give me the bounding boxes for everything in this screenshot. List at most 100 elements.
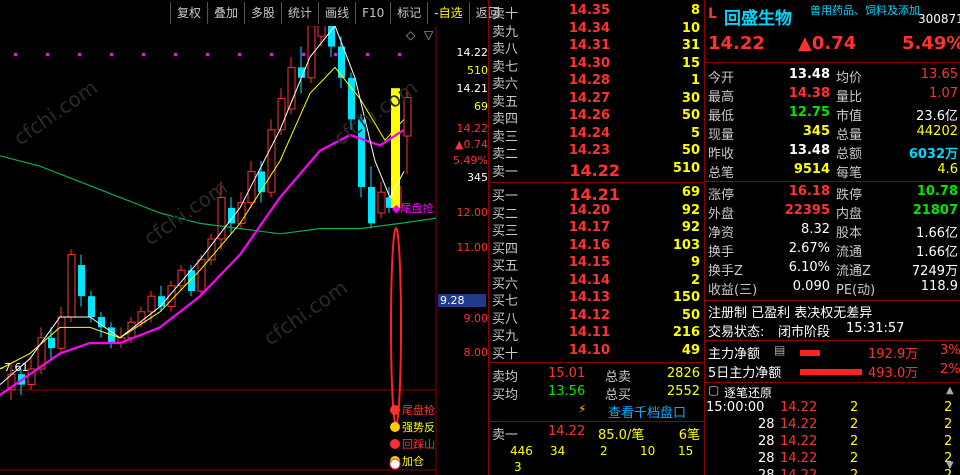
watermark: cfchi.com xyxy=(9,75,102,150)
low-label: -7.61 xyxy=(0,361,28,374)
ask-price: 14.22 xyxy=(569,160,620,180)
ask-row[interactable]: 卖八 14.31 31 xyxy=(490,38,702,57)
ask-row[interactable]: 卖七 14.30 15 xyxy=(490,56,702,75)
axis-label: 14.22 xyxy=(456,122,489,135)
stat-value: 10.78 xyxy=(916,184,958,199)
signal-text: 加仓 xyxy=(402,454,424,468)
price-change: ▲0.74 xyxy=(798,33,857,54)
bid-row[interactable]: 买一 14.21 69 xyxy=(490,185,702,204)
bid-row[interactable]: 买十 14.10 49 xyxy=(490,343,702,362)
tick-volume: 2 xyxy=(850,468,858,475)
ask-row[interactable]: 卖一 14.22 510 xyxy=(490,161,702,181)
divider xyxy=(704,0,705,475)
last-count: 6笔 xyxy=(678,428,700,443)
kline-chart[interactable]: 16.49-7.61◆尾盘抢尾盘抢强势反回踩山加仓cfchi.comcfchi.… xyxy=(0,26,488,475)
ask-volume: 8 xyxy=(690,3,700,18)
candle xyxy=(247,170,256,204)
tick-volume: 2 xyxy=(600,444,608,458)
stat-label: 换手Z xyxy=(708,264,743,279)
ask-row[interactable]: 卖三 14.24 5 xyxy=(490,125,702,145)
ask-label: 卖九 xyxy=(492,24,519,40)
toolbar-button[interactable]: 标记 xyxy=(390,2,427,24)
ask-row[interactable]: 卖十 14.35 8 xyxy=(490,3,702,22)
settings-icon[interactable]: ◇ xyxy=(406,28,415,42)
tick-restore-checkbox[interactable]: ▢ xyxy=(708,383,719,397)
bid-label: 买四 xyxy=(492,241,519,257)
dropdown-icon[interactable]: ▽ xyxy=(424,28,433,42)
bid-price: 14.13 xyxy=(568,290,610,305)
bid-row[interactable]: 买九 14.11 216 xyxy=(490,325,702,344)
stat-label: 均价 xyxy=(836,71,863,86)
signal-dot xyxy=(270,53,273,56)
bid-volume: 150 xyxy=(672,290,700,305)
ask-volume: 510 xyxy=(672,160,700,176)
ask-volume: 50 xyxy=(681,108,700,123)
toolbar-button[interactable]: -自选 xyxy=(427,2,468,24)
bid-volume: 103 xyxy=(672,237,700,253)
stat-value: 13.65 xyxy=(920,67,958,82)
main-net-bar xyxy=(800,350,820,356)
bid-volume: 92 xyxy=(681,220,700,235)
signal-dot xyxy=(78,53,81,56)
bid-row[interactable]: 买八 14.12 50 xyxy=(490,308,702,327)
tick-volume: 2 xyxy=(850,434,859,449)
ask-price: 14.24 xyxy=(568,125,610,141)
tick-time: 28 xyxy=(758,434,775,449)
signal-dot xyxy=(206,53,209,56)
toolbar-button[interactable]: 画线 xyxy=(318,2,355,24)
main5-net-bar xyxy=(800,369,862,375)
tick-volume: 2 xyxy=(850,417,859,432)
bid-row[interactable]: 买二 14.20 92 xyxy=(490,203,702,222)
toolbar-button[interactable]: 复权 xyxy=(170,2,207,24)
total-buy: 2552 xyxy=(666,384,700,399)
stat-value: 9514 xyxy=(793,162,830,177)
ask-row[interactable]: 卖六 14.28 1 xyxy=(490,73,702,92)
bid-label: 买八 xyxy=(492,311,519,327)
stat-label: 涨停 xyxy=(708,188,735,203)
candle xyxy=(317,26,326,37)
ask-label: 卖五 xyxy=(492,94,519,110)
stat-label: 现量 xyxy=(708,128,735,143)
axis-label: 69 xyxy=(474,100,488,113)
stat-label: 换手 xyxy=(708,245,735,260)
last-price: 14.22 xyxy=(548,424,586,439)
ask-row[interactable]: 卖五 14.27 30 xyxy=(490,91,702,110)
bid-row[interactable]: 买六 14.14 2 xyxy=(490,273,702,292)
main5-net-pct: 2% xyxy=(940,362,960,377)
scroll-up-icon[interactable]: ▲ xyxy=(946,385,954,396)
stat-label: 内盘 xyxy=(836,207,863,222)
signal-icon xyxy=(390,422,400,432)
ask-row[interactable]: 卖九 14.34 10 xyxy=(490,21,702,40)
annotation-ellipse xyxy=(390,227,402,425)
toolbar-button[interactable]: 多股 xyxy=(244,2,281,24)
bid-row[interactable]: 买五 14.15 9 xyxy=(490,255,702,274)
toolbar-button[interactable]: 统计 xyxy=(281,2,318,24)
toolbar-button[interactable]: 叠加 xyxy=(207,2,244,24)
candle xyxy=(377,191,386,214)
ask-price: 14.35 xyxy=(568,3,610,18)
bid-row[interactable]: 买七 14.13 150 xyxy=(490,290,702,309)
toolbar-button[interactable]: F10 xyxy=(355,2,390,24)
bid-label: 买二 xyxy=(492,206,519,222)
tick-time: 15:00:00 xyxy=(706,400,765,415)
bid-label: 买五 xyxy=(492,259,519,274)
bid-row[interactable]: 买三 14.17 92 xyxy=(490,220,702,239)
tick-price: 14.22 xyxy=(780,468,817,475)
scroll-down-icon[interactable]: ▼ xyxy=(946,460,954,471)
tick-volume: 2 xyxy=(850,451,859,466)
ask-row[interactable]: 卖二 14.23 50 xyxy=(490,143,702,162)
signal-icon xyxy=(390,405,400,415)
ask-label: 卖七 xyxy=(492,59,519,75)
axis-label: ▲0.74 xyxy=(455,138,488,151)
stat-value: 1.66亿 xyxy=(916,245,958,260)
ask-row[interactable]: 卖四 14.26 50 xyxy=(490,108,702,127)
axis-label: 11.00 xyxy=(456,241,489,254)
book-summary-row: 卖均 15.01 总卖 2826 xyxy=(490,366,702,385)
bid-row[interactable]: 买四 14.16 103 xyxy=(490,237,702,257)
view-depth-button[interactable]: 查看千档盘口 xyxy=(608,402,686,421)
stat-label: 流通Z xyxy=(836,264,871,279)
stock-tags: 注册制 已盈利 表决权无差异 xyxy=(708,306,873,321)
chart-toolbar: 复权叠加多股统计画线F10标记-自选返回 xyxy=(170,2,506,24)
stat-label: 收益(三) xyxy=(708,283,758,298)
stat-label: 流通 xyxy=(836,245,863,260)
